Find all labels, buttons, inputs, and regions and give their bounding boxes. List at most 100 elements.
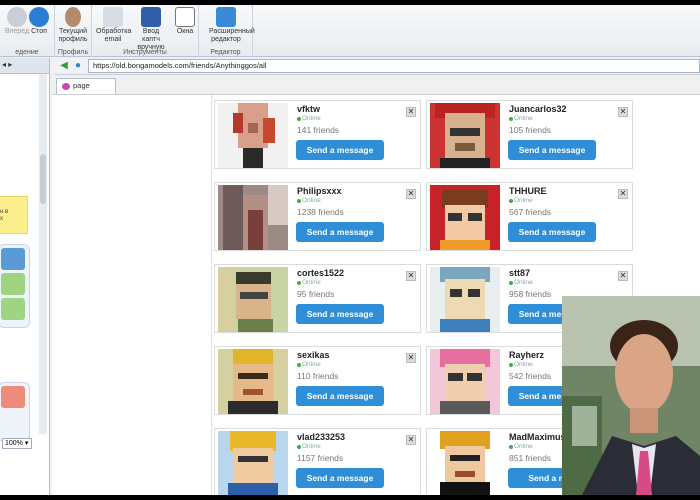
friend-name[interactable]: THHURE	[509, 186, 547, 196]
document-icon	[1, 386, 25, 408]
advanced-editor-button[interactable]: Расширенный редактор	[209, 7, 255, 44]
friend-count: 1157 friends	[297, 453, 344, 463]
tab-label: page	[73, 81, 90, 90]
email-processing-button[interactable]: Обработка email	[96, 7, 132, 44]
tab-page[interactable]: page	[56, 78, 116, 94]
email-label: Обработка email	[96, 28, 132, 43]
friend-card: cortes1522 Online 95 friends Send a mess…	[214, 264, 421, 333]
friend-card: vlad233253 Online 1157 friends Send a me…	[214, 428, 421, 495]
profile-label: Текущий профиль	[58, 28, 88, 43]
avatar	[430, 185, 500, 250]
friend-count: 95 friends	[297, 289, 335, 299]
close-icon[interactable]: ✕	[406, 271, 416, 281]
friend-name[interactable]: vfktw	[297, 104, 320, 114]
close-icon[interactable]: ✕	[618, 271, 628, 281]
friend-count: 110 friends	[297, 371, 339, 381]
group-label-profile: Профиль	[57, 49, 89, 56]
url-text: https://old.bongamodels.com/friends/Anyt…	[93, 61, 267, 70]
friend-name[interactable]: vlad233253	[297, 432, 345, 442]
editor-label: Расширенный редактор	[209, 28, 255, 43]
windows-icon	[175, 7, 195, 27]
online-status: Online	[297, 197, 321, 204]
avatar	[430, 431, 500, 495]
email-icon	[103, 7, 123, 27]
online-status: Online	[297, 279, 321, 286]
zoom-select[interactable]: 100% ▾	[2, 438, 32, 449]
refresh-icon[interactable]: ●	[72, 60, 84, 72]
friend-card: Juancarlos32 Online 105 friends Send a m…	[426, 100, 633, 169]
friend-name[interactable]: Philipsxxx	[297, 186, 342, 196]
friend-card: THHURE Online 567 friends Send a message…	[426, 182, 633, 251]
group-label-editor: Редактор	[210, 49, 241, 56]
send-message-button[interactable]: Send a message	[296, 140, 384, 160]
send-message-button[interactable]: Send a message	[296, 304, 384, 324]
avatar	[218, 103, 288, 168]
captcha-icon	[141, 7, 161, 27]
friend-name[interactable]: stt87	[509, 268, 530, 278]
close-icon[interactable]: ✕	[406, 353, 416, 363]
online-status: Online	[297, 361, 321, 368]
pen-icon	[1, 298, 25, 320]
online-status: Online	[297, 443, 321, 450]
avatar	[430, 103, 500, 168]
send-message-button[interactable]: Send a message	[296, 386, 384, 406]
ribbon-group-execution: Вперед Стоп едение	[0, 5, 55, 57]
windows-label: Окна	[176, 28, 194, 35]
action-block[interactable]	[0, 244, 30, 328]
left-panel-scrollbar[interactable]	[39, 74, 47, 434]
captcha-button[interactable]: Ввод каптч вручную	[134, 7, 168, 52]
group-label-execution: едение	[15, 49, 39, 56]
profile-icon	[65, 7, 81, 27]
current-profile-button[interactable]: Текущий профиль	[56, 7, 90, 44]
left-panel: ◂ ▸ н в x 100% ▾	[0, 58, 50, 495]
avatar	[430, 349, 500, 414]
friend-count: 1238 friends	[297, 207, 344, 217]
stop-icon	[29, 7, 49, 27]
stop-button[interactable]: Стоп	[22, 7, 56, 36]
friend-name[interactable]: Rayherz	[509, 350, 544, 360]
friend-count: 958 friends	[509, 289, 552, 299]
online-status: Online	[509, 197, 533, 204]
send-message-button[interactable]: Send a message	[296, 222, 384, 242]
action-block[interactable]	[0, 382, 30, 442]
send-message-button[interactable]: Send a message	[508, 140, 596, 160]
close-icon[interactable]: ✕	[618, 107, 628, 117]
friend-count: 141 friends	[297, 125, 340, 135]
stop-label: Стоп	[31, 28, 47, 35]
ribbon-group-editor: Расширенный редактор Редактор	[199, 5, 255, 57]
close-icon[interactable]: ✕	[406, 107, 416, 117]
pin-icon[interactable]: ◂ ▸	[2, 60, 12, 69]
close-icon[interactable]: ✕	[406, 435, 416, 445]
sticky-text: н в x	[0, 209, 9, 222]
friend-name[interactable]: sexikas	[297, 350, 330, 360]
send-message-button[interactable]: Send a message	[508, 222, 596, 242]
close-icon[interactable]: ✕	[618, 189, 628, 199]
scroll-thumb[interactable]	[40, 154, 46, 204]
enter-icon	[1, 248, 25, 270]
address-bar: ◀ ● https://old.bongamodels.com/friends/…	[55, 58, 700, 75]
ribbon-group-profile: Текущий профиль Профиль	[55, 5, 92, 57]
send-message-button[interactable]: Send a message	[296, 468, 384, 488]
back-arrow-icon[interactable]: ◀	[58, 60, 70, 72]
friend-count: 851 friends	[509, 453, 552, 463]
editor-icon	[216, 7, 236, 27]
online-status: Online	[509, 279, 533, 286]
friend-card: Philipsxxx Online 1238 friends Send a me…	[214, 182, 421, 251]
friend-name[interactable]: Juancarlos32	[509, 104, 567, 114]
online-status: Online	[297, 115, 321, 122]
online-status: Online	[509, 361, 533, 368]
friend-card: vfktw Online 141 friends Send a message …	[214, 100, 421, 169]
windows-button[interactable]: Окна	[168, 7, 202, 36]
friend-count: 542 friends	[509, 371, 552, 381]
url-input[interactable]: https://old.bongamodels.com/friends/Anyt…	[88, 59, 700, 73]
close-icon[interactable]: ✕	[406, 189, 416, 199]
sticky-note[interactable]: н в x	[0, 196, 28, 234]
friend-name[interactable]: MadMaximus	[509, 432, 566, 442]
pen-icon	[1, 273, 25, 295]
ribbon-toolbar: Вперед Стоп едение Текущий профиль Профи…	[0, 5, 700, 57]
online-status: Online	[509, 115, 533, 122]
avatar	[218, 185, 288, 250]
avatar	[430, 267, 500, 332]
avatar	[218, 431, 288, 495]
friend-name[interactable]: cortes1522	[297, 268, 344, 278]
